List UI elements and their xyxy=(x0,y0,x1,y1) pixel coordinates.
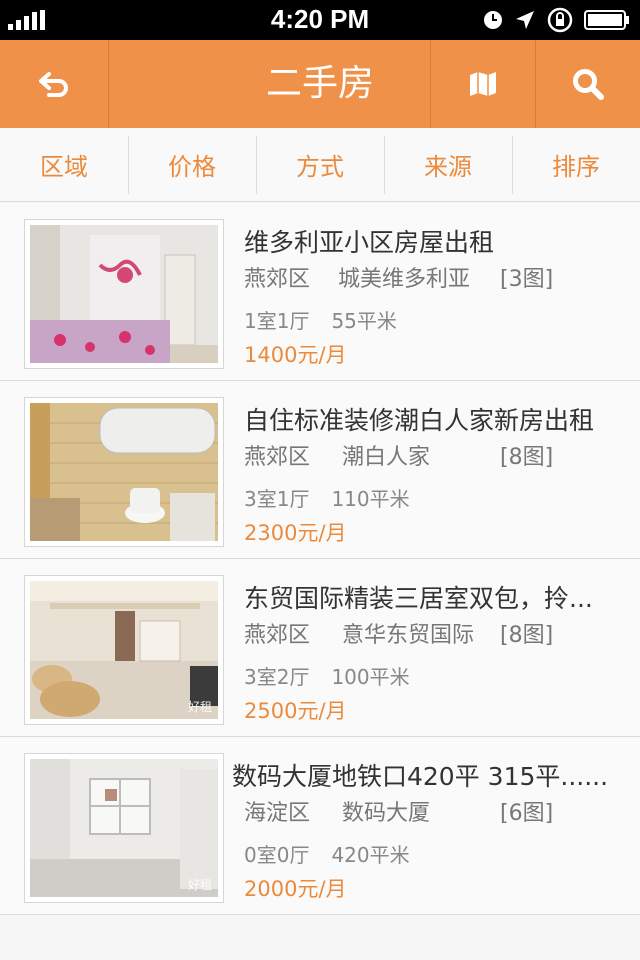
map-icon xyxy=(470,72,496,96)
listing-layout: 3室2厅 100平米 xyxy=(244,661,410,690)
photo-watermark: 好租 xyxy=(187,700,212,714)
rotation-lock-icon xyxy=(547,7,573,33)
listing-rooms: 3室1厅 xyxy=(244,487,310,511)
listing-district: 燕郊区 xyxy=(244,267,311,292)
listing-community: 城美维多利亚 xyxy=(338,267,471,292)
listing-photo xyxy=(24,397,224,547)
listing-rooms: 3室2厅 xyxy=(244,665,310,689)
filter-method[interactable]: 方式 xyxy=(256,128,384,201)
listing-layout: 1室1厅 55平米 xyxy=(244,305,397,334)
listing-meta: 燕郊区 意华东贸国际 [8图] xyxy=(244,617,624,648)
list-item[interactable]: 自住标准装修潮白人家新房出租 燕郊区 潮白人家 [8图] 3室1厅 110平米 2… xyxy=(0,381,640,559)
listing-price: 2500元/月 xyxy=(244,699,347,723)
listing-rooms: 1室1厅 xyxy=(244,309,310,333)
listing-list: 维多利亚小区房屋出租 燕郊区 城美维多利亚 [3图] 1室1厅 55平米 1400… xyxy=(0,203,640,915)
clock-icon xyxy=(484,11,502,29)
listing-title: 东贸国际精装三居室双包，拎... xyxy=(244,584,593,613)
listing-photo: 好租 xyxy=(24,575,224,725)
search-icon xyxy=(573,69,604,100)
filter-sort[interactable]: 排序 xyxy=(512,128,640,201)
filter-source[interactable]: 来源 xyxy=(384,128,512,201)
listing-community: 意华东贸国际 xyxy=(342,623,475,648)
list-item[interactable]: 好租 数码大厦地铁口420平 315平...... 海淀区 数码大厦 [6图] … xyxy=(0,737,640,915)
listing-district: 海淀区 xyxy=(244,801,311,826)
listing-photo: 好租 xyxy=(24,753,224,903)
listing-area: 110平米 xyxy=(331,487,410,511)
listing-photo-count: [8图] xyxy=(500,445,554,470)
listing-photo xyxy=(24,219,224,369)
listing-meta: 燕郊区 城美维多利亚 [3图] xyxy=(244,261,624,292)
listing-photo-count: [8图] xyxy=(500,623,554,648)
listing-price: 2300元/月 xyxy=(244,521,347,545)
location-arrow-icon xyxy=(516,11,534,29)
listing-meta: 燕郊区 潮白人家 [8图] xyxy=(244,439,624,470)
listing-layout: 0室0厅 420平米 xyxy=(244,839,410,868)
listing-title: 维多利亚小区房屋出租 xyxy=(244,228,495,257)
listing-photo-count: [3图] xyxy=(500,267,554,292)
back-arrow-icon xyxy=(39,72,68,97)
listing-area: 420平米 xyxy=(331,843,410,867)
map-button[interactable] xyxy=(431,40,535,128)
photo-watermark: 好租 xyxy=(187,878,212,892)
listing-area: 100平米 xyxy=(331,665,410,689)
battery-icon xyxy=(584,10,629,30)
listing-rooms: 0室0厅 xyxy=(244,843,310,867)
filter-bar: 区域 价格 方式 来源 排序 xyxy=(0,128,640,202)
listing-title: 数码大厦地铁口420平 315平...... xyxy=(232,762,609,791)
list-item[interactable]: 好租 东贸国际精装三居室双包，拎... 燕郊区 意华东贸国际 [8图] 3室2厅… xyxy=(0,559,640,737)
status-bar: 4:20 PM xyxy=(0,0,640,40)
listing-community: 潮白人家 xyxy=(342,445,431,470)
filter-district[interactable]: 区域 xyxy=(0,128,128,201)
listing-area: 55平米 xyxy=(331,309,397,333)
listing-meta: 海淀区 数码大厦 [6图] xyxy=(244,795,624,826)
listing-community: 数码大厦 xyxy=(342,801,431,826)
filter-price[interactable]: 价格 xyxy=(128,128,256,201)
back-button[interactable] xyxy=(0,40,108,128)
search-button[interactable] xyxy=(536,40,640,128)
listing-price: 2000元/月 xyxy=(244,877,347,901)
listing-district: 燕郊区 xyxy=(244,445,311,470)
listing-title: 自住标准装修潮白人家新房出租 xyxy=(244,406,595,435)
listing-layout: 3室1厅 110平米 xyxy=(244,483,410,512)
listing-district: 燕郊区 xyxy=(244,623,311,648)
list-item[interactable]: 维多利亚小区房屋出租 燕郊区 城美维多利亚 [3图] 1室1厅 55平米 1400… xyxy=(0,203,640,381)
listing-photo-count: [6图] xyxy=(500,801,554,826)
listing-price: 1400元/月 xyxy=(244,343,347,367)
header-bar: 二手房 xyxy=(0,40,640,128)
